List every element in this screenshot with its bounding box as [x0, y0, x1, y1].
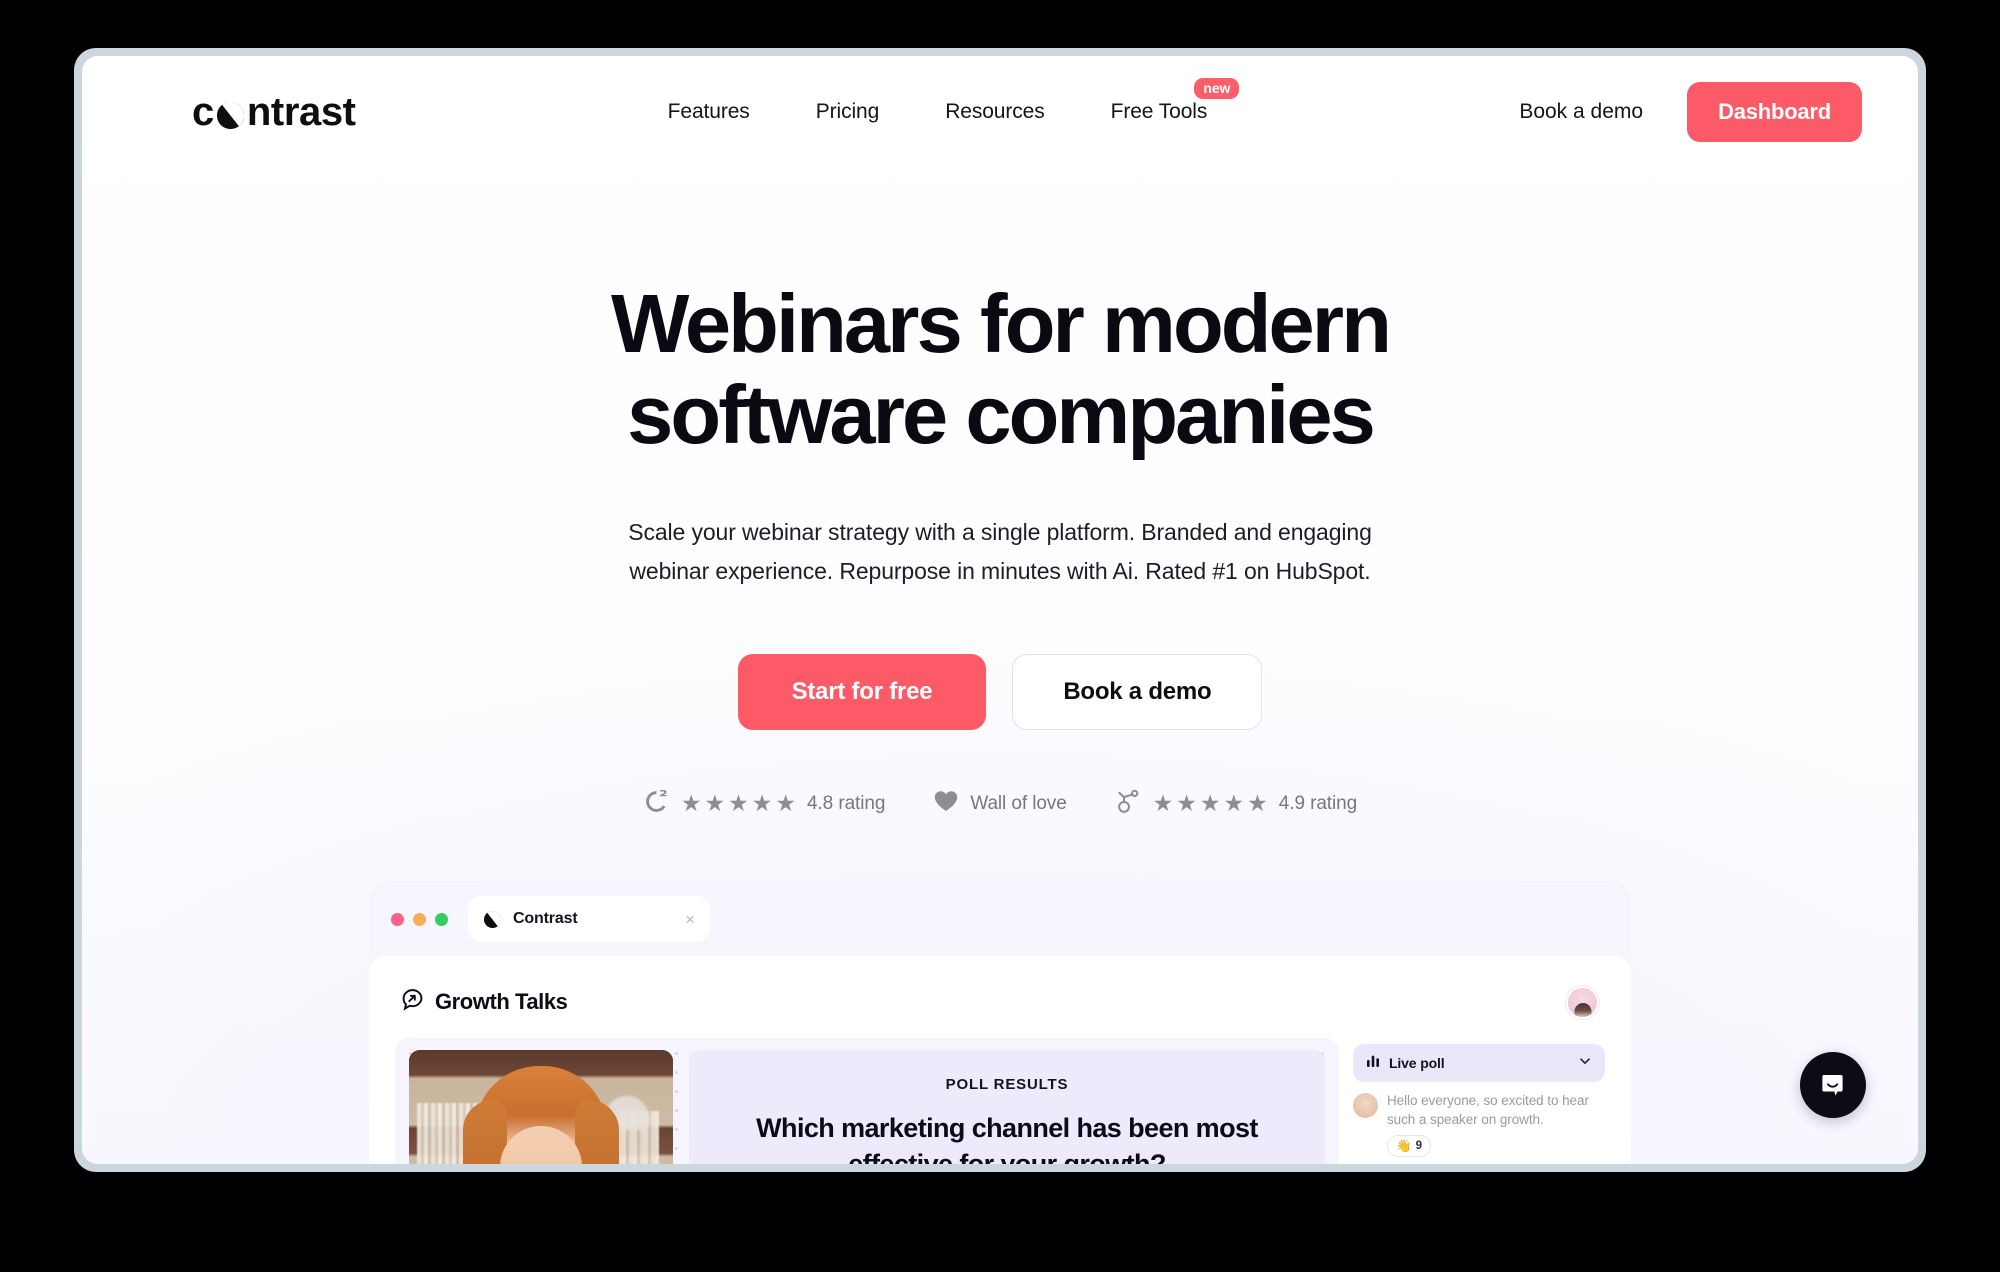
top-navigation: c ntrast Features Pricing Resources Free…	[82, 56, 1918, 168]
star-rating-g2: ★ ★ ★ ★ ★	[681, 792, 796, 815]
nav-item-features-label: Features	[667, 100, 750, 123]
g2-icon	[643, 788, 670, 820]
logo-text-part1: c	[192, 90, 214, 134]
new-badge: new	[1194, 78, 1240, 99]
nav-item-resources[interactable]: Resources	[945, 100, 1045, 124]
rating-g2-label: 4.8 rating	[807, 792, 886, 814]
chat-message-body: Hello everyone, so excited to hear such …	[1387, 1091, 1605, 1158]
star-icon: ★	[1223, 790, 1245, 817]
star-icon: ★	[680, 790, 702, 817]
rating-hubspot-label: 4.9 rating	[1278, 792, 1358, 814]
star-icon: ★	[704, 790, 726, 817]
bar-chart-icon	[1366, 1054, 1380, 1073]
reaction-chip[interactable]: 👋 9	[1387, 1135, 1431, 1158]
chat-message: Hello everyone, so excited to hear such …	[1353, 1091, 1605, 1158]
page: c ntrast Features Pricing Resources Free…	[82, 56, 1918, 1164]
star-icon: ★	[1247, 790, 1268, 817]
speaker-video-tile[interactable]	[409, 1050, 673, 1164]
hero-title-line-2: software companies	[627, 368, 1376, 462]
chat-messages: Hello everyone, so excited to hear such …	[1353, 1091, 1605, 1164]
window-controls	[391, 912, 448, 926]
window-minimize-dot[interactable]	[413, 912, 426, 926]
brand-logo[interactable]: c ntrast	[192, 92, 356, 132]
contrast-favicon-icon	[483, 910, 502, 929]
speaker-hair-left	[463, 1100, 507, 1164]
nav-links: Features Pricing Resources Free Tools ne…	[356, 78, 1520, 124]
rating-g2[interactable]: ★ ★ ★ ★ ★ 4.8 rating	[643, 788, 885, 820]
star-icon: ★	[1199, 790, 1221, 817]
nav-book-a-demo-link[interactable]: Book a demo	[1519, 100, 1643, 124]
intercom-chat-launcher[interactable]	[1800, 1052, 1866, 1118]
logo-half-circle-icon	[215, 100, 246, 131]
close-icon[interactable]: ×	[685, 911, 695, 928]
growth-talks-logo-icon	[401, 988, 424, 1017]
nav-item-free-tools[interactable]: Free Tools new	[1110, 78, 1240, 124]
browser-tab-label: Contrast	[513, 910, 578, 927]
chat-bubble-icon	[1822, 1075, 1843, 1096]
start-for-free-button[interactable]: Start for free	[737, 653, 987, 730]
star-icon: ★	[1176, 790, 1197, 817]
product-screenshot-mockup: Contrast × Growth Talks POLL RESULTS Whi…	[369, 882, 1631, 1164]
hero-subtitle-line-2: webinar experience. Repurpose in minutes…	[629, 558, 1371, 585]
nav-item-resources-label: Resources	[945, 100, 1045, 123]
speaker-face	[500, 1126, 582, 1164]
star-rating-hubspot: ★ ★ ★ ★ ★	[1153, 792, 1268, 815]
chat-reactions: 👋 9	[1387, 1135, 1605, 1158]
window-maximize-dot[interactable]	[435, 912, 448, 926]
nav-item-free-tools-label: Free Tools	[1110, 100, 1208, 123]
live-poll-header[interactable]: Live poll	[1353, 1044, 1605, 1082]
webinar-stage-area: POLL RESULTS Which marketing channel has…	[395, 1038, 1605, 1164]
logo-text-part2: ntrast	[246, 90, 356, 134]
nav-actions: Book a demo Dashboard	[1519, 82, 1862, 142]
chat-panel: Live poll Hello everyone, so excited to …	[1353, 1038, 1605, 1164]
poll-question: Which marketing channel has been most ef…	[756, 1113, 1258, 1164]
poll-results-card: POLL RESULTS Which marketing channel has…	[689, 1050, 1325, 1164]
star-icon: ★	[775, 790, 797, 817]
live-poll-label: Live poll	[1389, 1055, 1445, 1071]
hero-subtitle-line-1: Scale your webinar strategy with a singl…	[628, 518, 1372, 545]
poll-results-kicker: POLL RESULTS	[945, 1076, 1069, 1093]
hubspot-icon	[1115, 788, 1142, 820]
nav-item-pricing[interactable]: Pricing	[815, 100, 880, 124]
hero-subtitle: Scale your webinar strategy with a singl…	[540, 513, 1460, 592]
social-proof-ratings: ★ ★ ★ ★ ★ 4.8 rating Wall of love ★ ★ ★ …	[82, 788, 1918, 820]
avatar	[1353, 1093, 1378, 1118]
hero-title-line-1: Webinars for modern	[610, 277, 1392, 370]
page-title: Webinars for modern software companies	[82, 278, 1918, 461]
avatar[interactable]	[1566, 985, 1599, 1019]
nav-item-features[interactable]: Features	[668, 100, 750, 124]
book-a-demo-button[interactable]: Book a demo	[1012, 653, 1263, 730]
chat-message-text: Hello everyone, so excited to hear such …	[1387, 1093, 1589, 1128]
star-icon: ★	[1152, 790, 1174, 817]
star-icon: ★	[751, 790, 773, 817]
star-icon: ★	[728, 790, 749, 817]
reaction-count: 9	[1415, 1140, 1422, 1153]
browser-tab[interactable]: Contrast ×	[468, 896, 710, 942]
hero-section: Webinars for modern software companies S…	[82, 168, 1918, 820]
hero-cta-row: Start for free Book a demo	[82, 653, 1918, 730]
webinar-stage: POLL RESULTS Which marketing channel has…	[395, 1038, 1339, 1164]
heart-icon	[933, 789, 959, 818]
rating-wall-of-love-label: Wall of love	[970, 792, 1067, 814]
webinar-app: Growth Talks POLL RESULTS Which marketin…	[369, 956, 1631, 1164]
workspace-title: Growth Talks	[435, 989, 568, 1014]
wave-emoji-icon: 👋	[1396, 1139, 1412, 1154]
window-close-dot[interactable]	[391, 912, 404, 926]
chevron-down-icon[interactable]	[1578, 1054, 1592, 1073]
app-header: Growth Talks	[395, 976, 1605, 1028]
rating-wall-of-love[interactable]: Wall of love	[933, 789, 1067, 818]
rating-hubspot[interactable]: ★ ★ ★ ★ ★ 4.9 rating	[1115, 788, 1357, 820]
browser-chrome: Contrast ×	[369, 882, 1631, 956]
nav-item-pricing-label: Pricing	[815, 100, 880, 123]
workspace-brand: Growth Talks	[401, 988, 568, 1017]
browser-viewport: c ntrast Features Pricing Resources Free…	[74, 48, 1926, 1172]
dashboard-button[interactable]: Dashboard	[1687, 82, 1862, 142]
